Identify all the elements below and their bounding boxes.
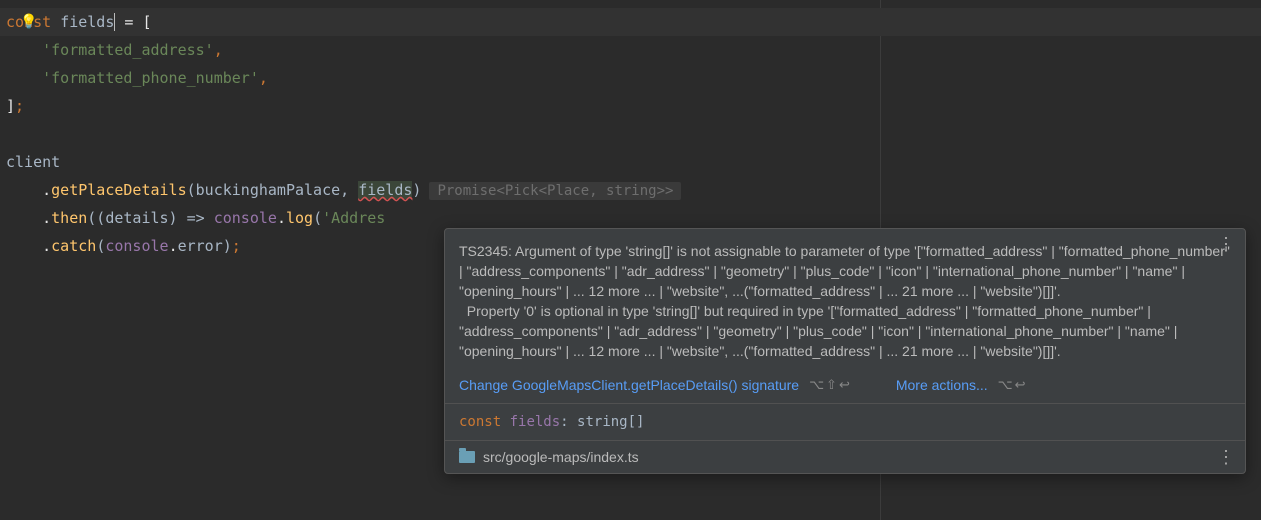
code-line[interactable]: client — [0, 148, 1261, 176]
punct: ( — [313, 209, 322, 227]
shortcut-hint: ⌥↩ — [998, 377, 1028, 393]
punct: = [ — [115, 13, 151, 31]
code-editor[interactable]: 💡 const fields = [ 'formatted_address', … — [0, 0, 1261, 260]
punct: . — [169, 237, 178, 255]
args: ) — [412, 181, 421, 199]
string: 'formatted_address' — [42, 41, 214, 59]
action-more[interactable]: More actions... — [896, 377, 988, 393]
error-span[interactable]: fields — [358, 181, 412, 199]
punct: . — [42, 181, 51, 199]
error-tooltip: ⋮ TS2345: Argument of type 'string[]' is… — [444, 228, 1246, 474]
method: then — [51, 209, 87, 227]
punct: . — [42, 237, 51, 255]
identifier: console — [105, 237, 168, 255]
punct: ) — [223, 237, 232, 255]
intention-bulb-icon[interactable]: 💡 — [20, 8, 37, 36]
punct: ; — [15, 97, 24, 115]
punct: . — [42, 209, 51, 227]
identifier: fields — [60, 13, 115, 31]
folder-icon — [459, 451, 475, 463]
tooltip-footer: src/google-maps/index.ts ⋮ — [445, 440, 1245, 473]
identifier: error — [178, 237, 223, 255]
code-line[interactable]: const fields = [ — [0, 8, 1261, 36]
tooltip-actions: Change GoogleMapsClient.getPlaceDetails(… — [445, 371, 1245, 403]
string: 'formatted_phone_number' — [42, 69, 259, 87]
identifier: client — [6, 153, 60, 171]
punct: , — [259, 69, 268, 87]
code-line[interactable] — [0, 120, 1261, 148]
method: log — [286, 209, 313, 227]
method: getPlaceDetails — [51, 181, 186, 199]
punct: ( — [96, 237, 105, 255]
args: (buckinghamPalace, — [187, 181, 359, 199]
punct: ; — [232, 237, 241, 255]
tooltip-type-info: const fields: string[] — [445, 403, 1245, 440]
code-line[interactable]: .getPlaceDetails(buckinghamPalace, field… — [0, 176, 1261, 204]
tooltip-more-icon[interactable]: ⋮ — [1217, 239, 1235, 249]
file-path: src/google-maps/index.ts — [483, 449, 639, 465]
punct: ] — [6, 97, 15, 115]
args: ((details) => — [87, 209, 213, 227]
punct: . — [277, 209, 286, 227]
inlay-hint: Promise<Pick<Place, string>> — [429, 182, 681, 200]
error-text-2: Property '0' is optional in type 'string… — [459, 301, 1231, 361]
string: 'Addres — [322, 209, 385, 227]
type-keyword: const — [459, 414, 501, 430]
code-line[interactable]: 'formatted_phone_number', — [0, 64, 1261, 92]
tooltip-footer-more-icon[interactable]: ⋮ — [1217, 452, 1235, 462]
punct: , — [214, 41, 223, 59]
code-line[interactable]: 'formatted_address', — [0, 36, 1261, 64]
action-change-signature[interactable]: Change GoogleMapsClient.getPlaceDetails(… — [459, 377, 799, 393]
method: catch — [51, 237, 96, 255]
tooltip-message: ⋮ TS2345: Argument of type 'string[]' is… — [445, 229, 1245, 371]
code-line[interactable]: ]; — [0, 92, 1261, 120]
identifier: console — [214, 209, 277, 227]
type-identifier: fields — [510, 414, 561, 430]
type-colon: : — [560, 414, 577, 430]
type-name: string[] — [577, 414, 644, 430]
shortcut-hint: ⌥⇧↩ — [809, 377, 852, 393]
error-text-1: TS2345: Argument of type 'string[]' is n… — [459, 241, 1231, 301]
